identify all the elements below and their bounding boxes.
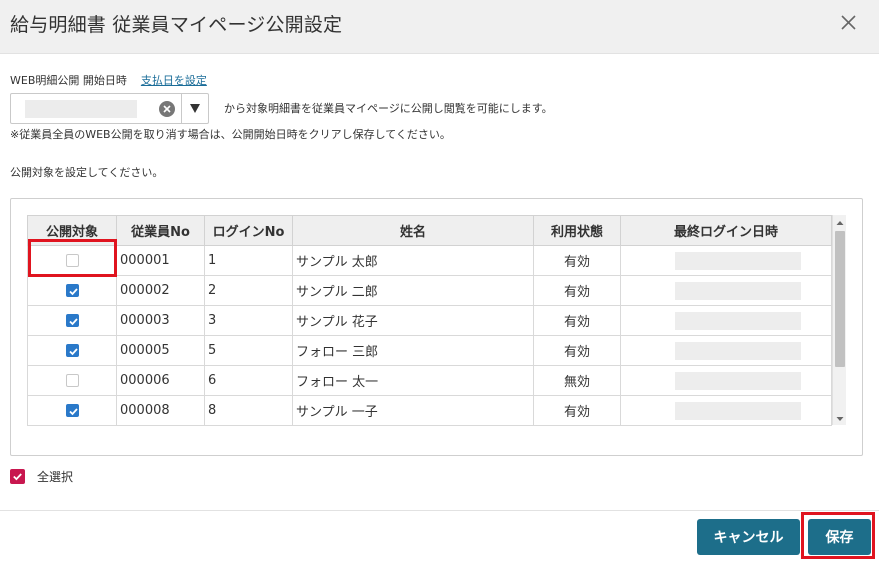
publish-cell (27, 305, 117, 336)
table-row[interactable]: 000002 2 サンプル 二郎 有効 (27, 275, 832, 306)
row-checkbox[interactable] (65, 254, 79, 267)
name-cell: フォロー 太一 (292, 365, 534, 396)
last-login-value (675, 372, 801, 390)
login-no-cell: 5 (204, 335, 293, 366)
cancel-button[interactable]: キャンセル (697, 519, 800, 555)
table-row[interactable]: 000005 5 フォロー 三郎 有効 (27, 335, 832, 366)
publish-start-label: WEB明細公開 開始日時 支払日を設定 (10, 72, 207, 88)
select-all-toggle[interactable]: 全選択 (10, 468, 73, 484)
employee-no-cell: 000006 (116, 365, 205, 396)
status-cell: 有効 (533, 395, 621, 426)
publish-cell (27, 335, 117, 366)
publish-cell (27, 365, 117, 396)
publish-settings-dialog: 給与明細書 従業員マイページ公開設定 WEB明細公開 開始日時 支払日を設定 から… (0, 0, 879, 562)
row-checkbox[interactable] (65, 374, 79, 387)
clear-icon[interactable] (159, 101, 175, 117)
employee-table-panel: 公開対象 従業員No ログインNo 姓名 利用状態 最終ログイン日時 00000… (10, 198, 863, 456)
employee-no-cell: 000001 (116, 245, 205, 276)
name-cell: サンプル 花子 (292, 305, 534, 336)
status-cell: 有効 (533, 245, 621, 276)
employee-no-cell: 000002 (116, 275, 205, 306)
table-row[interactable]: 000001 1 サンプル 太郎 有効 (27, 245, 832, 276)
employee-table: 公開対象 従業員No ログインNo 姓名 利用状態 最終ログイン日時 00000… (27, 215, 832, 426)
table-row[interactable]: 000006 6 フォロー 太一 無効 (27, 365, 832, 396)
table-row[interactable]: 000003 3 サンプル 花子 有効 (27, 305, 832, 336)
target-instruction: 公開対象を設定してください。 (10, 166, 164, 179)
col-header-name[interactable]: 姓名 (292, 215, 534, 246)
employee-no-cell: 000005 (116, 335, 205, 366)
last-login-cell (620, 305, 832, 336)
row-checkbox[interactable] (65, 314, 79, 327)
col-header-publish-target[interactable]: 公開対象 (27, 215, 117, 246)
login-no-cell: 3 (204, 305, 293, 336)
status-cell: 有効 (533, 335, 621, 366)
employee-no-cell: 000008 (116, 395, 205, 426)
publish-cell (27, 275, 117, 306)
last-login-cell (620, 395, 832, 426)
clear-note: ※従業員全員のWEB公開を取り消す場合は、公開開始日時をクリアし保存してください… (10, 128, 451, 141)
col-header-employee-no[interactable]: 従業員No (116, 215, 205, 246)
last-login-value (675, 282, 801, 300)
publish-date-field[interactable] (10, 93, 209, 124)
publish-description: から対象明細書を従業員マイページに公開し閲覧を可能にします。 (224, 102, 553, 115)
scroll-up-icon[interactable] (833, 215, 847, 229)
last-login-value (675, 402, 801, 420)
status-cell: 有効 (533, 275, 621, 306)
last-login-value (675, 252, 801, 270)
name-cell: サンプル 太郎 (292, 245, 534, 276)
close-icon[interactable] (835, 8, 863, 36)
login-no-cell: 1 (204, 245, 293, 276)
publish-cell (27, 395, 117, 426)
last-login-cell (620, 275, 832, 306)
publish-date-value[interactable] (25, 100, 137, 118)
login-no-cell: 8 (204, 395, 293, 426)
last-login-value (675, 312, 801, 330)
select-all-checkbox[interactable] (10, 468, 25, 484)
login-no-cell: 6 (204, 365, 293, 396)
footer-divider (0, 510, 879, 511)
name-cell: サンプル 二郎 (292, 275, 534, 306)
table-header-row: 公開対象 従業員No ログインNo 姓名 利用状態 最終ログイン日時 (27, 215, 832, 246)
table-scrollbar[interactable] (832, 215, 846, 425)
dialog-title: 給与明細書 従業員マイページ公開設定 (10, 14, 343, 36)
col-header-login-no[interactable]: ログインNo (204, 215, 293, 246)
last-login-cell (620, 365, 832, 396)
last-login-cell (620, 245, 832, 276)
name-cell: サンプル 一子 (292, 395, 534, 426)
publish-cell (27, 245, 117, 276)
status-cell: 無効 (533, 365, 621, 396)
col-header-status[interactable]: 利用状態 (533, 215, 621, 246)
publish-start-label-text: WEB明細公開 開始日時 (10, 74, 127, 87)
last-login-cell (620, 335, 832, 366)
set-payday-link[interactable]: 支払日を設定 (141, 74, 207, 87)
status-cell: 有効 (533, 305, 621, 336)
employee-no-cell: 000003 (116, 305, 205, 336)
table-row[interactable]: 000008 8 サンプル 一子 有効 (27, 395, 832, 426)
name-cell: フォロー 三郎 (292, 335, 534, 366)
login-no-cell: 2 (204, 275, 293, 306)
col-header-last-login[interactable]: 最終ログイン日時 (620, 215, 832, 246)
row-checkbox[interactable] (65, 344, 79, 357)
save-button[interactable]: 保存 (808, 519, 871, 555)
scroll-down-icon[interactable] (833, 411, 847, 425)
last-login-value (675, 342, 801, 360)
dropdown-arrow-icon[interactable] (182, 94, 208, 123)
select-all-label: 全選択 (37, 469, 74, 484)
row-checkbox[interactable] (65, 284, 79, 297)
scroll-thumb[interactable] (835, 231, 845, 367)
row-checkbox[interactable] (65, 404, 79, 417)
dialog-header: 給与明細書 従業員マイページ公開設定 (0, 0, 879, 54)
